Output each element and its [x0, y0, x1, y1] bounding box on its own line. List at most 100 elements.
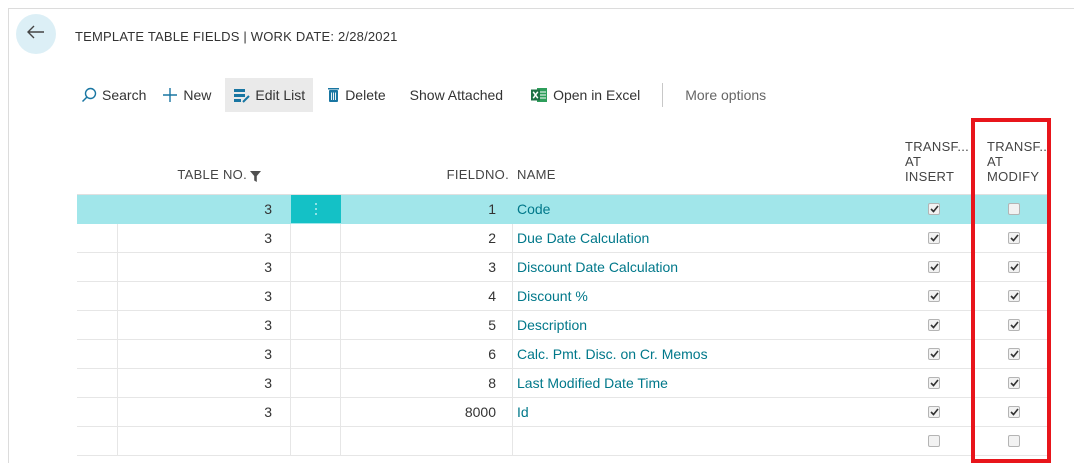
table-no-cell[interactable]: 3	[118, 195, 291, 223]
table-row[interactable]: 3 4 Discount %	[77, 282, 1049, 311]
transfer-at-insert-checkbox[interactable]	[928, 232, 940, 244]
transfer-at-modify-checkbox[interactable]	[1008, 261, 1020, 273]
field-name-link[interactable]: Last Modified Date Time	[517, 375, 668, 391]
row-select-cell[interactable]	[77, 311, 118, 339]
transfer-at-modify-checkbox[interactable]	[1008, 203, 1020, 215]
column-header-field-no[interactable]: FIELDNO.	[341, 118, 513, 194]
field-no-cell[interactable]: 5	[341, 311, 513, 339]
transfer-at-insert-cell[interactable]	[889, 369, 979, 397]
field-no-cell[interactable]: 2	[341, 224, 513, 252]
name-cell[interactable]: Discount %	[513, 282, 889, 310]
field-name-link[interactable]: Calc. Pmt. Disc. on Cr. Memos	[517, 346, 708, 362]
transfer-at-modify-checkbox[interactable]	[1008, 232, 1020, 244]
column-header-table-no[interactable]: TABLE NO.	[118, 118, 291, 194]
transfer-at-modify-checkbox[interactable]	[1008, 435, 1020, 447]
transfer-at-insert-cell[interactable]	[889, 311, 979, 339]
field-name-link[interactable]: Discount %	[517, 288, 588, 304]
edit-list-button[interactable]: Edit List	[225, 78, 314, 112]
transfer-at-modify-checkbox[interactable]	[1008, 377, 1020, 389]
search-button[interactable]: Search	[75, 78, 154, 112]
table-no-cell[interactable]: 3	[118, 224, 291, 252]
more-options-button[interactable]: More options	[677, 78, 774, 112]
table-row[interactable]: 3 8 Last Modified Date Time	[77, 369, 1049, 398]
field-no-cell[interactable]: 8000	[341, 398, 513, 426]
name-cell[interactable]: Code	[513, 195, 889, 223]
transfer-at-modify-cell[interactable]	[979, 195, 1049, 223]
row-select-cell[interactable]	[77, 195, 118, 223]
row-actions-cell[interactable]	[291, 427, 341, 455]
transfer-at-modify-checkbox[interactable]	[1008, 406, 1020, 418]
row-actions-cell[interactable]	[291, 195, 341, 223]
name-cell[interactable]: Description	[513, 311, 889, 339]
transfer-at-insert-checkbox[interactable]	[928, 203, 940, 215]
field-no-cell[interactable]: 6	[341, 340, 513, 368]
row-actions-cell[interactable]	[291, 311, 341, 339]
transfer-at-modify-cell[interactable]	[979, 311, 1049, 339]
table-row[interactable]: 3 1 Code	[77, 195, 1049, 224]
column-header-transfer-at-modify[interactable]: TRANSF... AT MODIFY	[979, 118, 1051, 194]
field-name-link[interactable]: Description	[517, 317, 587, 333]
row-select-cell[interactable]	[77, 398, 118, 426]
row-actions-cell[interactable]	[291, 253, 341, 281]
field-no-cell[interactable]: 1	[341, 195, 513, 223]
row-select-cell[interactable]	[77, 340, 118, 368]
row-select-cell[interactable]	[77, 427, 118, 455]
table-row[interactable]: 3 5 Description	[77, 311, 1049, 340]
field-name-link[interactable]: Discount Date Calculation	[517, 259, 678, 275]
row-actions-cell[interactable]	[291, 282, 341, 310]
field-name-link[interactable]: Id	[517, 404, 529, 420]
transfer-at-insert-cell[interactable]	[889, 340, 979, 368]
field-no-cell[interactable]: 8	[341, 369, 513, 397]
transfer-at-modify-cell[interactable]	[979, 340, 1049, 368]
row-select-cell[interactable]	[77, 282, 118, 310]
back-button[interactable]	[16, 14, 56, 54]
transfer-at-insert-cell[interactable]	[889, 224, 979, 252]
row-actions-cell[interactable]	[291, 340, 341, 368]
table-no-cell[interactable]: 3	[118, 340, 291, 368]
row-actions-cell[interactable]	[291, 398, 341, 426]
row-select-cell[interactable]	[77, 369, 118, 397]
field-no-cell[interactable]: 4	[341, 282, 513, 310]
table-row[interactable]: 3 6 Calc. Pmt. Disc. on Cr. Memos	[77, 340, 1049, 369]
transfer-at-insert-cell[interactable]	[889, 398, 979, 426]
transfer-at-modify-cell[interactable]	[979, 369, 1049, 397]
transfer-at-insert-checkbox[interactable]	[928, 377, 940, 389]
transfer-at-insert-checkbox[interactable]	[928, 348, 940, 360]
column-header-name[interactable]: NAME	[513, 118, 889, 194]
column-header-transfer-at-insert[interactable]: TRANSF... AT INSERT	[889, 118, 979, 194]
name-cell[interactable]: Calc. Pmt. Disc. on Cr. Memos	[513, 340, 889, 368]
transfer-at-modify-cell[interactable]	[979, 282, 1049, 310]
vertical-dots-icon[interactable]	[291, 195, 340, 223]
transfer-at-insert-checkbox[interactable]	[928, 261, 940, 273]
row-actions-cell[interactable]	[291, 369, 341, 397]
name-cell[interactable]: Due Date Calculation	[513, 224, 889, 252]
table-row[interactable]	[77, 427, 1049, 456]
table-row[interactable]: 3 8000 Id	[77, 398, 1049, 427]
name-cell[interactable]: Last Modified Date Time	[513, 369, 889, 397]
row-select-cell[interactable]	[77, 253, 118, 281]
table-no-cell[interactable]: 3	[118, 398, 291, 426]
field-no-cell[interactable]: 3	[341, 253, 513, 281]
table-no-cell[interactable]: 3	[118, 253, 291, 281]
delete-button[interactable]: Delete	[319, 78, 393, 112]
row-actions-cell[interactable]	[291, 224, 341, 252]
table-no-cell[interactable]: 3	[118, 282, 291, 310]
transfer-at-modify-checkbox[interactable]	[1008, 348, 1020, 360]
name-cell[interactable]: Discount Date Calculation	[513, 253, 889, 281]
transfer-at-modify-cell[interactable]	[979, 427, 1049, 455]
transfer-at-modify-cell[interactable]	[979, 224, 1049, 252]
name-cell[interactable]: Id	[513, 398, 889, 426]
transfer-at-insert-cell[interactable]	[889, 195, 979, 223]
open-in-excel-button[interactable]: Open in Excel	[523, 78, 648, 112]
field-name-link[interactable]: Code	[517, 201, 550, 217]
show-attached-button[interactable]: Show Attached	[402, 78, 511, 112]
name-cell[interactable]	[513, 427, 889, 455]
table-no-cell[interactable]	[118, 427, 291, 455]
transfer-at-insert-checkbox[interactable]	[928, 290, 940, 302]
transfer-at-insert-cell[interactable]	[889, 253, 979, 281]
transfer-at-modify-checkbox[interactable]	[1008, 290, 1020, 302]
transfer-at-insert-checkbox[interactable]	[928, 435, 940, 447]
new-button[interactable]: New	[154, 78, 219, 112]
table-no-cell[interactable]: 3	[118, 369, 291, 397]
table-no-cell[interactable]: 3	[118, 311, 291, 339]
